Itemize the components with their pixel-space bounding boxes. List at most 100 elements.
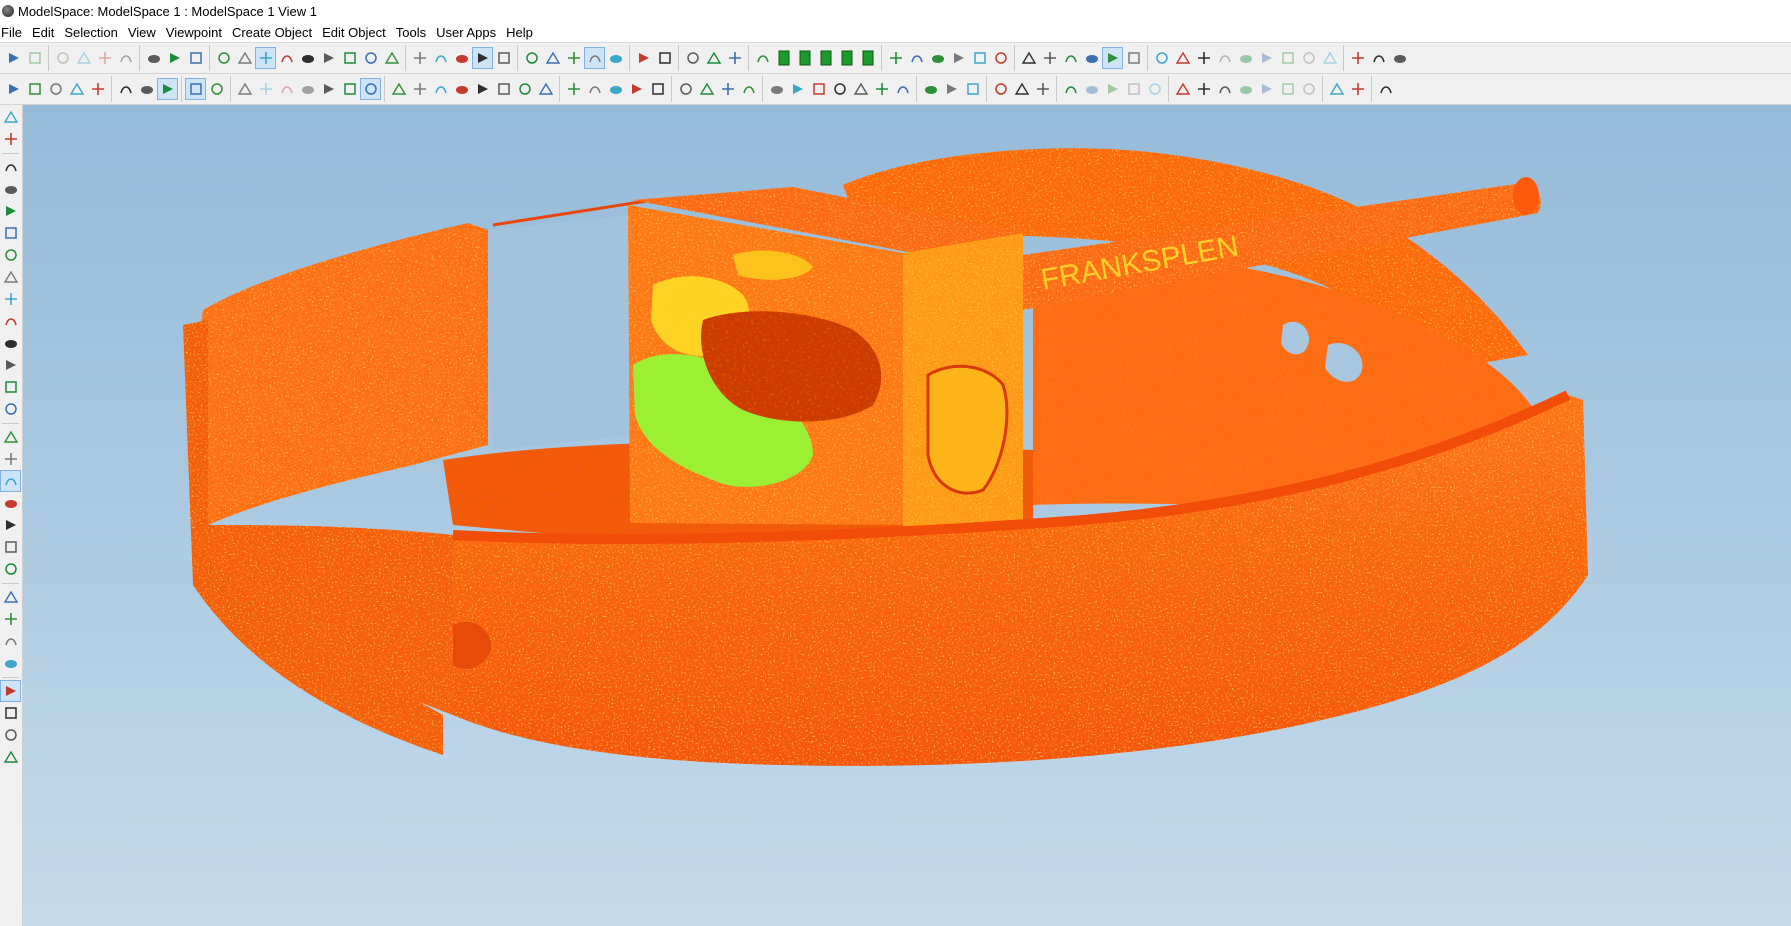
orbit-4-icon[interactable] <box>1 223 20 243</box>
plane-1-icon[interactable] <box>389 79 408 99</box>
merge-icon[interactable] <box>186 48 205 68</box>
light-icon[interactable] <box>1012 79 1031 99</box>
target-icon[interactable] <box>340 48 359 68</box>
branch-icon[interactable] <box>515 79 534 99</box>
constraint-tool-icon[interactable] <box>1 537 20 557</box>
view-2-icon[interactable] <box>1 267 20 287</box>
square-icon[interactable] <box>1327 79 1346 99</box>
app-icon[interactable] <box>2 5 14 17</box>
close-icon[interactable] <box>1376 79 1395 99</box>
circle-fence-icon[interactable] <box>410 48 429 68</box>
move-icon[interactable] <box>298 48 317 68</box>
cylinder-3-icon[interactable] <box>718 79 737 99</box>
color-globe-3-icon[interactable] <box>1 747 20 767</box>
walk-icon[interactable] <box>606 48 625 68</box>
dim-tool-icon[interactable] <box>1 559 20 579</box>
circle-icon[interactable] <box>1348 79 1367 99</box>
snap-2-icon[interactable] <box>360 78 381 100</box>
3d-viewport[interactable]: FRANKSPLEN <box>23 105 1791 926</box>
layer-icon[interactable] <box>683 48 702 68</box>
color-map-icon[interactable] <box>543 48 562 68</box>
eraser-icon[interactable] <box>452 48 471 68</box>
box-2-icon[interactable] <box>235 79 254 99</box>
layer-visibility-icon[interactable] <box>25 79 44 99</box>
cut-icon[interactable] <box>53 48 72 68</box>
plane-4-icon[interactable] <box>452 79 471 99</box>
menu-user-apps[interactable]: User Apps <box>435 25 503 40</box>
copy-obj-icon[interactable] <box>1061 79 1080 99</box>
cloud-obj-3-icon[interactable] <box>1278 79 1297 99</box>
undo-icon[interactable] <box>4 48 23 68</box>
ungroup-icon[interactable] <box>165 48 184 68</box>
pencil-icon[interactable] <box>277 48 296 68</box>
split-icon[interactable] <box>739 79 758 99</box>
cube-icon[interactable] <box>472 47 493 69</box>
dots-icon[interactable] <box>1033 79 1052 99</box>
layer-select-icon[interactable] <box>67 79 86 99</box>
view-4-icon[interactable] <box>1 311 20 331</box>
measure-dim-icon[interactable] <box>1215 48 1234 68</box>
color-globe-2-icon[interactable] <box>1 725 20 745</box>
measure-icon[interactable] <box>1061 48 1080 68</box>
view-8-icon[interactable] <box>1 399 20 419</box>
box-icon[interactable] <box>207 79 226 99</box>
cylinder-icon[interactable] <box>676 79 695 99</box>
plane-tool-4-icon[interactable] <box>1 653 20 673</box>
measure-dim-6-icon[interactable] <box>1320 48 1339 68</box>
fit-y-icon[interactable] <box>585 79 604 99</box>
green-bar-1-icon[interactable] <box>774 48 793 68</box>
fit-all-icon[interactable] <box>627 79 646 99</box>
edit-2-icon[interactable] <box>1124 79 1143 99</box>
polygon-fence-icon[interactable] <box>431 48 450 68</box>
settings-icon[interactable] <box>1348 48 1367 68</box>
add-point-icon[interactable] <box>830 79 849 99</box>
view-5-icon[interactable] <box>1 333 20 353</box>
link-icon[interactable] <box>1019 48 1038 68</box>
align-4-icon[interactable] <box>1194 48 1213 68</box>
mirror-1-icon[interactable] <box>767 79 786 99</box>
axis-icon[interactable] <box>1082 48 1101 68</box>
layer-tool-icon[interactable] <box>88 79 107 99</box>
layers-stack-icon[interactable] <box>1 427 20 447</box>
paint-icon[interactable] <box>991 79 1010 99</box>
seek-icon[interactable] <box>494 48 513 68</box>
camera-icon[interactable] <box>1369 48 1388 68</box>
menu-create-object[interactable]: Create Object <box>231 25 319 40</box>
copy-icon[interactable] <box>74 48 93 68</box>
measure-dim-4-icon[interactable] <box>1278 48 1297 68</box>
mirror-2-icon[interactable] <box>788 79 807 99</box>
measure-dim-3-icon[interactable] <box>1257 48 1276 68</box>
view-7-icon[interactable] <box>1 377 20 397</box>
globe-tool-icon[interactable] <box>1 515 20 535</box>
chair-3-icon[interactable] <box>1215 79 1234 99</box>
plane-5-icon[interactable] <box>473 79 492 99</box>
color-tool-icon[interactable] <box>1 493 20 513</box>
node-2-icon[interactable] <box>872 79 891 99</box>
green-bar-2-icon[interactable] <box>795 48 814 68</box>
layers-icon[interactable] <box>4 79 23 99</box>
rectangle-fence-icon[interactable] <box>382 48 401 68</box>
pipe-icon[interactable] <box>886 48 905 68</box>
axis-2-icon[interactable] <box>1102 47 1123 69</box>
align-2-icon[interactable] <box>1152 48 1171 68</box>
slice-2-icon[interactable] <box>970 48 989 68</box>
layer-mode-icon[interactable] <box>1 449 20 469</box>
photo-icon[interactable] <box>1390 48 1409 68</box>
link-2-icon[interactable] <box>1040 48 1059 68</box>
grid-icon[interactable] <box>704 48 723 68</box>
examine-icon[interactable] <box>655 48 674 68</box>
green-bar-5-icon[interactable] <box>858 48 877 68</box>
up-arrow-icon[interactable] <box>185 78 206 100</box>
snap-icon[interactable] <box>340 79 359 99</box>
cloud-obj-1-icon[interactable] <box>1236 79 1255 99</box>
select-pick-icon[interactable] <box>235 48 254 68</box>
plane-2-icon[interactable] <box>410 79 429 99</box>
copy-obj-2-icon[interactable] <box>1082 79 1101 99</box>
plane-tool-1-icon[interactable] <box>1 587 20 607</box>
view-6-icon[interactable] <box>1 355 20 375</box>
menu-help[interactable]: Help <box>505 25 540 40</box>
bookmark-icon[interactable] <box>928 48 947 68</box>
orbit-icon[interactable] <box>584 47 605 69</box>
plane-6-icon[interactable] <box>494 79 513 99</box>
move-3d-icon[interactable] <box>256 79 275 99</box>
